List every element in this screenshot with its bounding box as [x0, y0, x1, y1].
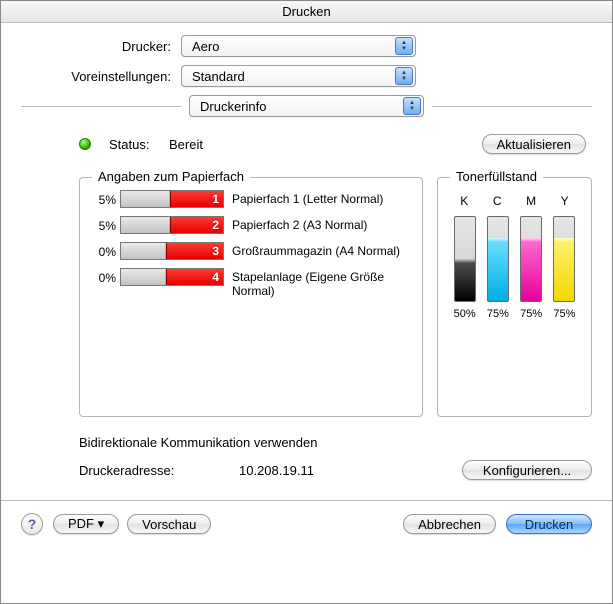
toner-percent: 75%: [553, 308, 575, 320]
tray-percent: 5%: [90, 216, 120, 233]
toner-bar: [553, 216, 575, 302]
tray-bar: 4: [120, 268, 224, 286]
help-icon: ?: [28, 516, 37, 532]
tray-row: 0% 3 Großraummagazin (A4 Normal): [90, 242, 412, 260]
printer-popup-value: Aero: [192, 39, 219, 54]
printer-label: Drucker:: [21, 39, 181, 54]
tray-description: Papierfach 2 (A3 Normal): [232, 216, 412, 232]
separator: [432, 106, 592, 107]
preview-button[interactable]: Vorschau: [127, 514, 211, 534]
printer-popup[interactable]: Aero ▲▼: [181, 35, 416, 57]
toner-label: C: [493, 194, 502, 208]
configure-button-label: Konfigurieren...: [483, 463, 571, 478]
status-indicator-icon: [79, 138, 91, 150]
preview-button-label: Vorschau: [142, 517, 196, 532]
toner-label: Y: [561, 194, 569, 208]
panel-popup[interactable]: Druckerinfo ▲▼: [189, 95, 424, 117]
refresh-button-label: Aktualisieren: [497, 137, 571, 152]
presets-popup-value: Standard: [192, 69, 245, 84]
pdf-menu-button[interactable]: PDF ▾: [53, 514, 119, 534]
tray-bar: 2: [120, 216, 224, 234]
tray-row: 5% 2 Papierfach 2 (A3 Normal): [90, 216, 412, 234]
updown-icon: ▲▼: [395, 67, 413, 85]
tray-description: Papierfach 1 (Letter Normal): [232, 190, 412, 206]
tray-percent: 0%: [90, 268, 120, 285]
configure-button[interactable]: Konfigurieren...: [462, 460, 592, 480]
window-title: Drucken: [282, 4, 330, 19]
presets-label: Voreinstellungen:: [21, 69, 181, 84]
panel-popup-value: Druckerinfo: [200, 99, 266, 114]
tray-number: 4: [166, 269, 223, 285]
help-button[interactable]: ?: [21, 513, 43, 535]
toner-label: M: [526, 194, 536, 208]
separator: [21, 106, 181, 107]
status-value: Bereit: [169, 137, 203, 152]
tray-description: Großraummagazin (A4 Normal): [232, 242, 412, 258]
toner-group-legend: Tonerfüllstand: [450, 169, 543, 184]
print-button[interactable]: Drucken: [506, 514, 592, 534]
toner-percent: 50%: [454, 308, 476, 320]
toner-bar: [520, 216, 542, 302]
cancel-button-label: Abbrechen: [418, 517, 481, 532]
toner-percent: 75%: [520, 308, 542, 320]
tray-description: Stapelanlage (Eigene Größe Normal): [232, 268, 412, 298]
pdf-menu-label: PDF ▾: [68, 516, 104, 532]
address-label: Druckeradresse:: [79, 463, 239, 478]
print-button-label: Drucken: [525, 517, 573, 532]
bidi-line: Bidirektionale Kommunikation verwenden: [79, 435, 592, 450]
address-value: 10.208.19.11: [239, 463, 314, 478]
cancel-button[interactable]: Abbrechen: [403, 514, 496, 534]
tray-row: 0% 4 Stapelanlage (Eigene Größe Normal): [90, 268, 412, 298]
toner-group: Tonerfüllstand KCMY 50%75%75%75%: [437, 177, 592, 417]
updown-icon: ▲▼: [395, 37, 413, 55]
tray-percent: 5%: [90, 190, 120, 207]
presets-popup[interactable]: Standard ▲▼: [181, 65, 416, 87]
toner-label: K: [460, 194, 468, 208]
refresh-button[interactable]: Aktualisieren: [482, 134, 586, 154]
updown-icon: ▲▼: [403, 97, 421, 115]
toner-bar: [454, 216, 476, 302]
tray-group: Angaben zum Papierfach 5%1Papierfach 1 (…: [79, 177, 423, 417]
toner-bar: [487, 216, 509, 302]
tray-row: 5% 1 Papierfach 1 (Letter Normal): [90, 190, 412, 208]
tray-number: 2: [170, 217, 223, 233]
window-titlebar: Drucken: [1, 1, 612, 23]
tray-number: 1: [170, 191, 223, 207]
tray-group-legend: Angaben zum Papierfach: [92, 169, 250, 184]
status-label: Status:: [109, 137, 169, 152]
tray-bar: 3: [120, 242, 224, 260]
toner-percent: 75%: [487, 308, 509, 320]
tray-bar: 1: [120, 190, 224, 208]
tray-number: 3: [166, 243, 223, 259]
tray-percent: 0%: [90, 242, 120, 259]
